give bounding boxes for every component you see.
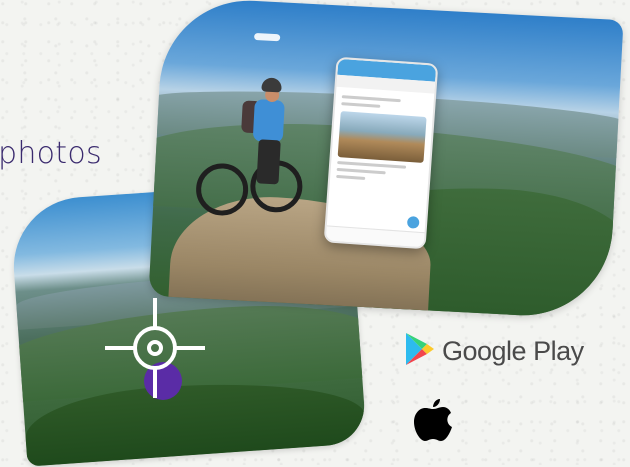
apple-app-store-link[interactable]: [413, 395, 453, 447]
apple-icon: [413, 399, 453, 447]
google-play-label: Google Play: [442, 335, 584, 366]
crosshair-icon: [105, 298, 205, 398]
phone-mockup: [323, 56, 439, 250]
phone-fab-button: [406, 216, 420, 229]
phone-heading-bar: [341, 95, 401, 103]
headline-text: photos: [0, 136, 102, 171]
cloud: [253, 32, 281, 42]
phone-photo: [337, 111, 427, 163]
cyclist-figure: [187, 74, 304, 220]
google-play-link[interactable]: Google Play: [406, 333, 584, 369]
google-play-icon: [406, 333, 434, 369]
